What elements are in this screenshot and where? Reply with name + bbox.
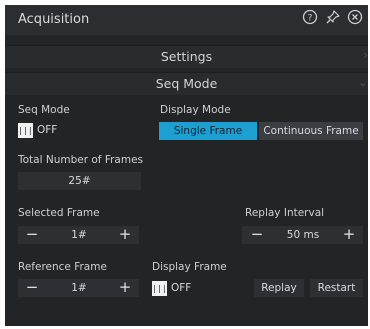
help-icon[interactable]: ?: [300, 9, 320, 29]
display-mode-single-frame[interactable]: Single Frame: [159, 122, 257, 140]
chevron-right-icon: ›: [363, 48, 368, 62]
reference-frame-stepper: − 1# +: [18, 279, 139, 297]
seq-mode-toggle[interactable]: ||| OFF: [18, 123, 68, 138]
reference-frame-value[interactable]: 1#: [44, 279, 114, 297]
svg-text:?: ?: [308, 14, 313, 24]
toggle-knob-icon: |||: [18, 123, 33, 138]
settings-section-header[interactable]: Settings ›: [5, 45, 368, 68]
panel-title: Acquisition: [18, 12, 90, 27]
close-icon[interactable]: [345, 9, 365, 29]
replay-interval-decrement-button[interactable]: −: [247, 226, 267, 244]
restart-button[interactable]: Restart: [310, 279, 363, 297]
seq-mode-section-label: Seq Mode: [155, 76, 218, 91]
total-frames-value: 25#: [18, 172, 141, 190]
seq-mode-label: Seq Mode: [18, 104, 70, 116]
panel-titlebar: Acquisition ?: [5, 5, 368, 35]
total-frames-label: Total Number of Frames: [18, 154, 144, 166]
display-mode-label: Display Mode: [160, 104, 231, 116]
display-mode-continuous-frame[interactable]: Continuous Frame: [259, 122, 363, 140]
replay-interval-increment-button[interactable]: +: [339, 226, 359, 244]
selected-frame-value[interactable]: 1#: [44, 226, 114, 244]
reference-frame-label: Reference Frame: [18, 261, 107, 273]
selected-frame-label: Selected Frame: [18, 207, 100, 219]
replay-interval-value[interactable]: 50 ms: [270, 226, 336, 244]
replay-interval-label: Replay Interval: [245, 207, 325, 219]
seq-mode-toggle-text: OFF: [37, 124, 58, 136]
toggle-knob-icon: |||: [152, 281, 167, 296]
selected-frame-stepper: − 1# +: [18, 226, 139, 244]
acquisition-panel: Acquisition ? Settings › Seq Mode ⌄ Seq …: [5, 5, 368, 326]
seq-mode-section-header[interactable]: Seq Mode ⌄: [5, 72, 368, 95]
selected-frame-decrement-button[interactable]: −: [22, 226, 42, 244]
display-frame-label: Display Frame: [152, 261, 227, 273]
reference-frame-decrement-button[interactable]: −: [22, 279, 42, 297]
reference-frame-increment-button[interactable]: +: [115, 279, 135, 297]
settings-section-label: Settings: [160, 49, 213, 64]
replay-interval-stepper: − 50 ms +: [242, 226, 363, 244]
display-frame-toggle[interactable]: ||| OFF: [152, 281, 202, 296]
selected-frame-increment-button[interactable]: +: [115, 226, 135, 244]
chevron-down-icon: ⌄: [357, 75, 368, 89]
display-frame-toggle-text: OFF: [171, 282, 192, 294]
pin-icon[interactable]: [323, 9, 343, 29]
replay-button[interactable]: Replay: [254, 279, 304, 297]
